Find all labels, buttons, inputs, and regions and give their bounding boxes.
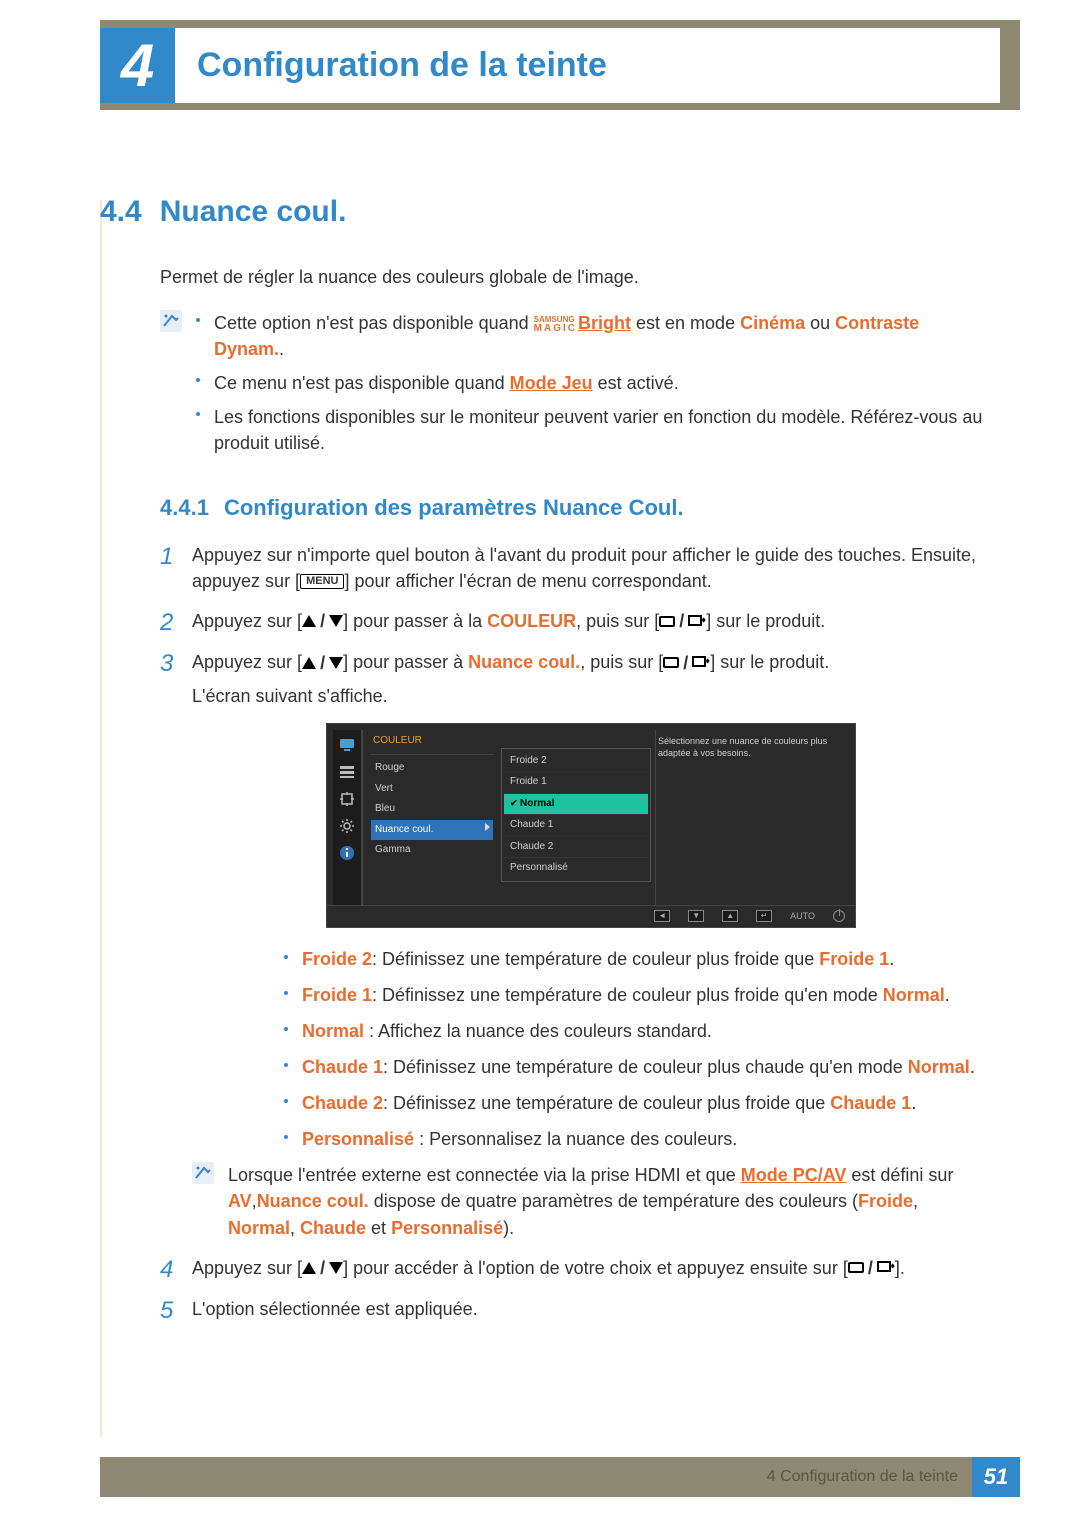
note-block-1: Cette option n'est pas disponible quand … xyxy=(160,310,990,464)
osd-button-bar: ◄ ▼ ▲ ↵ AUTO xyxy=(327,905,855,927)
osd-menu-item: Rouge xyxy=(371,758,493,779)
osd-submenu-item: Chaude 1 xyxy=(504,814,648,836)
samsung-magic-logo: SAMSUNGMAGIC xyxy=(534,315,577,333)
step-5: L'option sélectionnée est appliquée. xyxy=(160,1296,990,1322)
step-3: Appuyez sur [/] pour passer à Nuance cou… xyxy=(160,649,990,1240)
osd-gear-icon xyxy=(338,817,356,835)
osd-submenu-item: Normal xyxy=(504,793,648,815)
step-4: Appuyez sur [/] pour accéder à l'option … xyxy=(160,1255,990,1282)
osd-left-icon: ◄ xyxy=(654,910,670,922)
chapter-title: Configuration de la teinte xyxy=(197,46,607,85)
rect-icon xyxy=(848,1262,864,1273)
triangle-up-icon xyxy=(302,615,316,627)
note-list-1: Cette option n'est pas disponible quand … xyxy=(196,310,990,464)
option-item: Chaude 2: Définissez une température de … xyxy=(284,1090,990,1116)
note-icon xyxy=(192,1162,214,1184)
up-down-icons: / xyxy=(302,608,343,634)
footer-label: 4 Configuration de la teinte xyxy=(753,1457,972,1497)
osd-menu-title: COULEUR xyxy=(371,730,493,756)
osd-monitor-icon xyxy=(338,736,356,754)
note-item: Ce menu n'est pas disponible quand Mode … xyxy=(196,370,990,396)
subsection-heading: 4.4.1 Configuration des paramètres Nuanc… xyxy=(160,492,990,524)
step-2: Appuyez sur [/] pour passer à la COULEUR… xyxy=(160,608,990,635)
subsection-title: Configuration des paramètres Nuance Coul… xyxy=(224,495,684,520)
option-descriptions: Froide 2: Définissez une température de … xyxy=(284,946,990,1153)
select-enter-icons: / xyxy=(848,1255,895,1281)
up-down-icons: / xyxy=(302,650,343,676)
osd-main-menu: COULEUR RougeVertBleuNuance coul.Gamma xyxy=(367,730,497,905)
option-item: Froide 2: Définissez une température de … xyxy=(284,946,990,972)
triangle-up-icon xyxy=(302,657,316,669)
chapter-title-box: Configuration de la teinte xyxy=(175,28,1000,103)
content-area: 4.4 Nuance coul. Permet de régler la nua… xyxy=(100,190,990,1447)
section-heading: 4.4 Nuance coul. xyxy=(100,190,990,234)
section-number: 4.4 xyxy=(100,190,142,234)
note-2-text: Lorsque l'entrée externe est connectée v… xyxy=(228,1162,990,1240)
select-enter-icons: / xyxy=(663,650,710,676)
select-enter-icons: / xyxy=(659,608,706,634)
osd-submenu-item: Chaude 2 xyxy=(504,836,648,858)
note-block-2: Lorsque l'entrée externe est connectée v… xyxy=(192,1162,990,1240)
enter-icon xyxy=(877,1261,895,1274)
page: 4 Configuration de la teinte 4.4 Nuance … xyxy=(0,0,1080,1527)
osd-info-icon xyxy=(338,844,356,862)
triangle-down-icon xyxy=(329,615,343,627)
section-intro: Permet de régler la nuance des couleurs … xyxy=(160,264,990,290)
osd-icon-column xyxy=(333,730,363,905)
osd-menu-item: Bleu xyxy=(371,799,493,820)
note-item: Les fonctions disponibles sur le moniteu… xyxy=(196,404,990,456)
triangle-down-icon xyxy=(329,1262,343,1274)
enter-icon xyxy=(692,656,710,669)
step-1: Appuyez sur n'importe quel bouton à l'av… xyxy=(160,542,990,594)
footer-page-number: 51 xyxy=(972,1457,1020,1497)
menu-button-label: MENU xyxy=(300,574,344,589)
osd-submenu-item: Personnalisé xyxy=(504,857,648,879)
up-down-icons: / xyxy=(302,1255,343,1281)
osd-submenu-item: Froide 2 xyxy=(504,751,648,772)
osd-enter-icon: ↵ xyxy=(756,910,772,922)
osd-submenu-item: Froide 1 xyxy=(504,771,648,793)
note-icon xyxy=(160,310,182,332)
rect-icon xyxy=(663,657,679,668)
osd-menu-item: Vert xyxy=(371,779,493,800)
option-item: Personnalisé : Personnalisez la nuance d… xyxy=(284,1126,990,1152)
osd-menu-item: Gamma xyxy=(371,840,493,861)
osd-screenshot: COULEUR RougeVertBleuNuance coul.Gamma F… xyxy=(192,723,990,928)
section-title: Nuance coul. xyxy=(160,190,347,234)
osd-list-icon xyxy=(338,763,356,781)
steps-list: Appuyez sur n'importe quel bouton à l'av… xyxy=(160,542,990,1322)
osd-power-icon xyxy=(833,910,845,922)
osd-auto-label: AUTO xyxy=(790,910,815,923)
note-item: Cette option n'est pas disponible quand … xyxy=(196,310,990,362)
chapter-number: 4 xyxy=(121,31,154,100)
osd-down-icon: ▼ xyxy=(688,910,704,922)
osd-up-icon: ▲ xyxy=(722,910,738,922)
subsection-number: 4.4.1 xyxy=(160,495,209,520)
rect-icon xyxy=(659,616,675,627)
option-item: Normal : Affichez la nuance des couleurs… xyxy=(284,1018,990,1044)
option-item: Froide 1: Définissez une température de … xyxy=(284,982,990,1008)
chapter-badge: 4 xyxy=(100,28,175,103)
option-item: Chaude 1: Définissez une température de … xyxy=(284,1054,990,1080)
osd-panel: COULEUR RougeVertBleuNuance coul.Gamma F… xyxy=(326,723,856,928)
triangle-up-icon xyxy=(302,1262,316,1274)
osd-menu-item: Nuance coul. xyxy=(371,820,493,841)
triangle-down-icon xyxy=(329,657,343,669)
footer-band: 4 Configuration de la teinte 51 xyxy=(100,1457,1020,1497)
osd-description: Sélectionnez une nuance de couleurs plus… xyxy=(655,730,849,905)
osd-resize-icon xyxy=(338,790,356,808)
enter-icon xyxy=(688,615,706,628)
osd-submenu: Froide 2Froide 1NormalChaude 1Chaude 2Pe… xyxy=(501,730,651,905)
